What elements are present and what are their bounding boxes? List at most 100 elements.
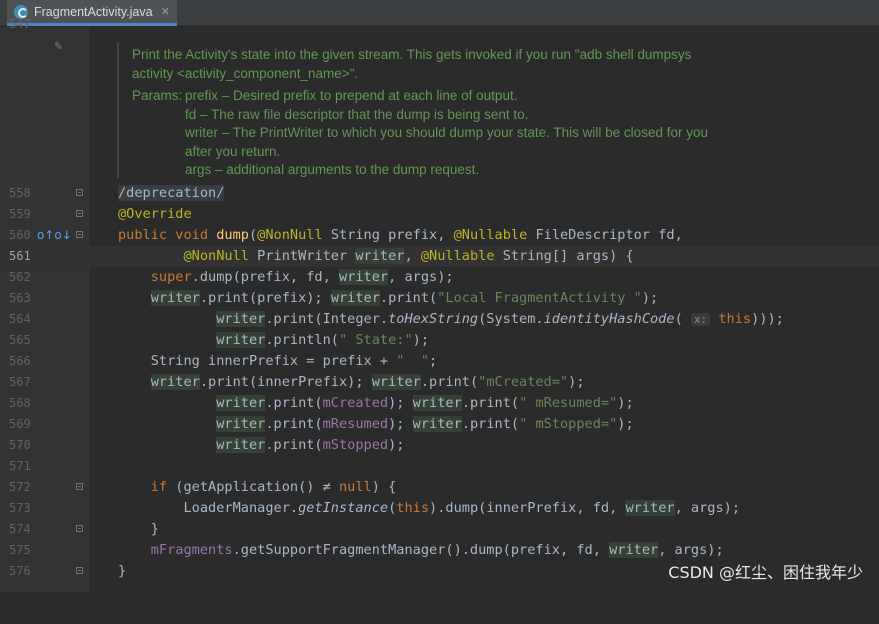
gutter-line: 571: [0, 456, 89, 477]
gutter-line: 567: [0, 372, 89, 393]
code-text: .print(Integer.: [265, 311, 389, 327]
code-text: String[] args) {: [494, 248, 634, 264]
identifier-highlight: writer: [355, 248, 405, 264]
code-text: );: [617, 416, 634, 432]
code-text: ) {: [371, 479, 397, 495]
keyword: public void: [118, 227, 217, 243]
code-text: );: [388, 437, 405, 453]
gutter-line: 559: [0, 204, 89, 225]
line-number: 566: [9, 354, 31, 368]
params-label: Params:: [132, 88, 183, 103]
static-method: identityHashCode: [543, 311, 675, 327]
code-text: String innerPrefix = prefix +: [150, 353, 397, 369]
annotation: @Override: [118, 206, 192, 222]
identifier-highlight: writer: [412, 395, 462, 411]
code-text: .print(: [461, 395, 520, 411]
string-literal: " mResumed=": [519, 395, 618, 411]
code-text: (System.: [478, 311, 544, 327]
javadoc-text: Print the Activity's state into the give…: [132, 46, 752, 180]
param-item: after you return.: [185, 143, 281, 159]
gutter-line: 576: [0, 561, 89, 582]
code-line: writer.print(mStopped);: [89, 435, 879, 456]
line-number: 574: [9, 522, 31, 536]
string-literal: " State:": [339, 332, 413, 348]
static-method: toHexString: [388, 311, 479, 327]
javadoc-bar: [117, 42, 119, 178]
gutter-line: 558: [0, 183, 89, 204]
field: mResumed: [322, 416, 389, 432]
code-text: );: [641, 290, 659, 306]
fold-icon[interactable]: [76, 483, 83, 490]
gutter-line: 574: [0, 519, 89, 540]
identifier-highlight: writer: [216, 416, 266, 432]
annotation: @Nullable: [420, 248, 495, 264]
javadoc-line: Print the Activity's state into the give…: [132, 47, 692, 62]
fold-icon[interactable]: [76, 567, 83, 574]
fold-icon[interactable]: [76, 189, 83, 196]
field: mFragments: [150, 542, 233, 558]
line-number: 572: [9, 480, 31, 494]
code-text: .print(: [265, 416, 323, 432]
edit-doc-icon[interactable]: ✎: [54, 40, 63, 53]
code-editor[interactable]: 547 ✎ 558 559 560 o↑o↓ 561 562 563 564 5…: [0, 17, 879, 592]
line-number: 558: [9, 186, 31, 200]
gutter-line: 570: [0, 435, 89, 456]
code-text: )));: [751, 311, 784, 327]
gutter-line: 561: [0, 246, 89, 267]
line-number: 547: [9, 17, 31, 31]
rendered-javadoc: Print the Activity's state into the give…: [89, 27, 879, 183]
fold-icon[interactable]: [76, 210, 83, 217]
identifier-highlight: writer: [150, 374, 200, 390]
override-marker-icon[interactable]: o↑o↓: [37, 225, 72, 246]
keyword: this: [718, 311, 752, 327]
code-line: /deprecation/: [89, 183, 879, 204]
fold-icon[interactable]: [76, 231, 83, 238]
javadoc-line: activity <activity_component_name>".: [132, 65, 359, 81]
code-line: writer.println(" State:");: [89, 330, 879, 351]
code-text: , args);: [674, 500, 741, 516]
line-number: 559: [9, 207, 31, 221]
line-number: 570: [9, 438, 31, 452]
code-line: super.dump(prefix, fd, writer, args);: [89, 267, 879, 288]
param-item: prefix – Desired prefix to prepend at ea…: [185, 88, 518, 103]
gutter-line: 569: [0, 414, 89, 435]
param-item: writer – The PrintWriter to which you sh…: [185, 125, 708, 140]
editor-tab-bar: FragmentActivity.java ✕: [0, 0, 879, 26]
gutter-line: 572: [0, 477, 89, 498]
fold-icon[interactable]: [76, 525, 83, 532]
keyword: if: [150, 479, 168, 495]
gutter-line: 563: [0, 288, 89, 309]
gutter-line: 560 o↑o↓: [0, 225, 89, 246]
code-line: writer.print(Integer.toHexString(System.…: [216, 311, 784, 327]
code-text: );: [412, 332, 430, 348]
code-line: mFragments.getSupportFragmentManager().d…: [89, 540, 879, 561]
code-text: .print(: [379, 290, 438, 306]
code-line: LoaderManager.getInstance(this).dump(inn…: [183, 500, 741, 516]
param-item: args – additional arguments to the dump …: [185, 162, 480, 177]
parameter-hint: x:: [690, 313, 711, 326]
line-number: 560: [9, 228, 31, 242]
code-text: .print(: [265, 437, 323, 453]
field: mCreated: [322, 395, 389, 411]
gutter-line: 566: [0, 351, 89, 372]
gutter-line: 568: [0, 393, 89, 414]
code-text: );: [617, 395, 634, 411]
code-line: }: [89, 519, 879, 540]
code-text: .dump(prefix, fd,: [191, 269, 339, 285]
param-item: fd – The raw file descriptor that the du…: [185, 106, 529, 122]
method-name: dump: [216, 227, 249, 243]
code-text: .print(: [461, 416, 520, 432]
close-icon[interactable]: ✕: [161, 5, 170, 18]
code-line: writer.print(mResumed); writer.print(" m…: [216, 416, 634, 432]
line-number: 571: [9, 459, 31, 473]
gutter-line: 547: [0, 14, 89, 35]
deprecation-fold[interactable]: /deprecation/: [118, 185, 225, 201]
line-number: 564: [9, 312, 31, 326]
code-line: @Override: [89, 204, 879, 225]
code-text: String prefix,: [322, 227, 454, 243]
string-literal: "Local FragmentActivity ": [437, 290, 642, 306]
code-text: , args);: [388, 269, 454, 285]
annotation: @NonNull: [183, 248, 249, 264]
identifier-highlight: writer: [150, 290, 200, 306]
gutter-line: 573: [0, 498, 89, 519]
